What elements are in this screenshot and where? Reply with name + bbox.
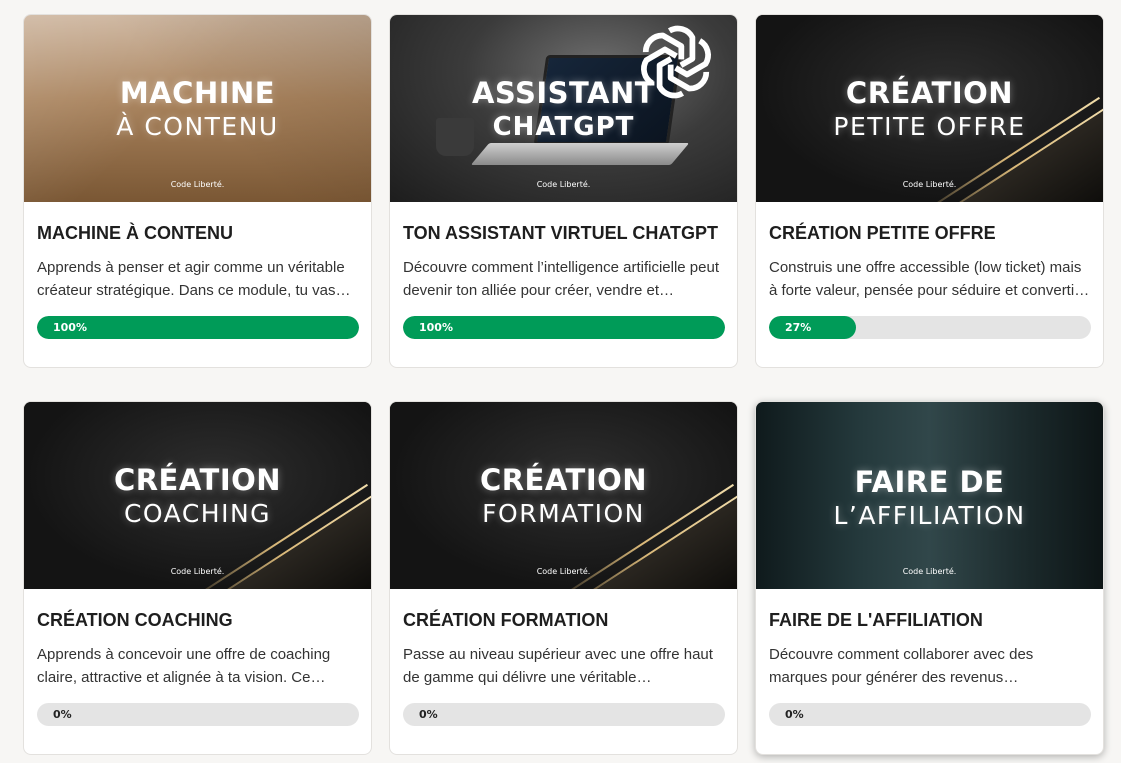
progress-label: 0% [785, 708, 804, 721]
course-description: Construis une offre accessible (low tick… [769, 259, 1082, 299]
brand-logo: Code Liberté. [536, 180, 591, 189]
course-title[interactable]: CRÉATION PETITE OFFRE [769, 222, 1090, 244]
progress-bar: 0% [769, 703, 1091, 726]
thumbnail-line-1: MACHINE [119, 75, 276, 110]
thumbnail-line-2: CHATGPT [492, 112, 635, 142]
progress-bar: 0% [37, 703, 359, 726]
course-thumbnail: CRÉATION COACHING Code Liberté. [24, 402, 371, 589]
brand-logo: Code Liberté. [536, 567, 591, 576]
progress-label: 27% [785, 321, 812, 334]
thumbnail-line-1: CRÉATION [479, 462, 648, 497]
mug-illustration [436, 118, 474, 156]
progress-label: 0% [53, 708, 72, 721]
thumbnail-headline: CRÉATION FORMATION [479, 462, 648, 528]
thumbnail-line-1: FAIRE DE [854, 464, 1005, 499]
thumbnail-line-1: CRÉATION [113, 462, 282, 497]
course-card-assistant-chatgpt[interactable]: ASSISTANT CHATGPT Code Liberté. TON ASSI… [389, 14, 738, 368]
thumbnail-headline: CRÉATION COACHING [113, 462, 282, 528]
thumbnail-line-1: ASSISTANT [471, 76, 656, 110]
thumbnail-line-2: COACHING [123, 498, 272, 528]
progress-label: 100% [419, 321, 453, 334]
course-card-faire-de-l-affiliation[interactable]: FAIRE DE L’AFFILIATION Code Liberté. FAI… [755, 401, 1104, 755]
course-thumbnail: CRÉATION PETITE OFFRE Code Liberté. [756, 15, 1103, 202]
course-title[interactable]: TON ASSISTANT VIRTUEL CHATGPT [403, 222, 724, 244]
progress-fill [769, 316, 856, 339]
course-thumbnail: MACHINE À CONTENU Code Liberté. [24, 15, 371, 202]
thumbnail-line-2: L’AFFILIATION [833, 500, 1026, 530]
course-description: Apprends à concevoir une offre de coachi… [37, 646, 331, 686]
course-description: Apprends à penser et agir comme un vérit… [37, 259, 345, 299]
course-title[interactable]: CRÉATION FORMATION [403, 609, 724, 631]
brand-logo: Code Liberté. [902, 180, 957, 189]
thumbnail-headline: CRÉATION PETITE OFFRE [833, 75, 1026, 141]
course-description: Découvre comment l’intelligence artifici… [403, 259, 719, 299]
progress-bar: 0% [403, 703, 725, 726]
brand-logo: Code Liberté. [170, 180, 225, 189]
thumbnail-headline: FAIRE DE L’AFFILIATION [833, 464, 1026, 530]
course-card-creation-petite-offre[interactable]: CRÉATION PETITE OFFRE Code Liberté. CRÉA… [755, 14, 1104, 368]
course-card-machine-a-contenu[interactable]: MACHINE À CONTENU Code Liberté. MACHINE … [23, 14, 372, 368]
thumbnail-line-2: FORMATION [482, 498, 645, 528]
progress-bar: 27% [769, 316, 1091, 339]
course-description: Passe au niveau supérieur avec une offre… [403, 646, 713, 686]
progress-label: 100% [53, 321, 87, 334]
thumbnail-headline: ASSISTANT CHATGPT [471, 76, 656, 142]
course-card-creation-coaching[interactable]: CRÉATION COACHING Code Liberté. CRÉATION… [23, 401, 372, 755]
progress-label: 0% [419, 708, 438, 721]
brand-logo: Code Liberté. [170, 567, 225, 576]
thumbnail-line-1: CRÉATION [845, 75, 1014, 110]
course-card-creation-formation[interactable]: CRÉATION FORMATION Code Liberté. CRÉATIO… [389, 401, 738, 755]
course-title[interactable]: FAIRE DE L'AFFILIATION [769, 609, 1090, 631]
course-title[interactable]: CRÉATION COACHING [37, 609, 358, 631]
course-thumbnail: CRÉATION FORMATION Code Liberté. [390, 402, 737, 589]
progress-bar: 100% [37, 316, 359, 339]
course-title[interactable]: MACHINE À CONTENU [37, 222, 358, 244]
thumbnail-line-2: À CONTENU [116, 111, 279, 141]
brand-logo: Code Liberté. [902, 567, 957, 576]
course-thumbnail: ASSISTANT CHATGPT Code Liberté. [390, 15, 737, 202]
thumbnail-headline: MACHINE À CONTENU [116, 75, 279, 141]
course-thumbnail: FAIRE DE L’AFFILIATION Code Liberté. [756, 402, 1103, 589]
thumbnail-line-2: PETITE OFFRE [833, 111, 1026, 141]
progress-bar: 100% [403, 316, 725, 339]
course-description: Découvre comment collaborer avec des mar… [769, 646, 1034, 686]
course-grid: MACHINE À CONTENU Code Liberté. MACHINE … [23, 14, 1104, 755]
